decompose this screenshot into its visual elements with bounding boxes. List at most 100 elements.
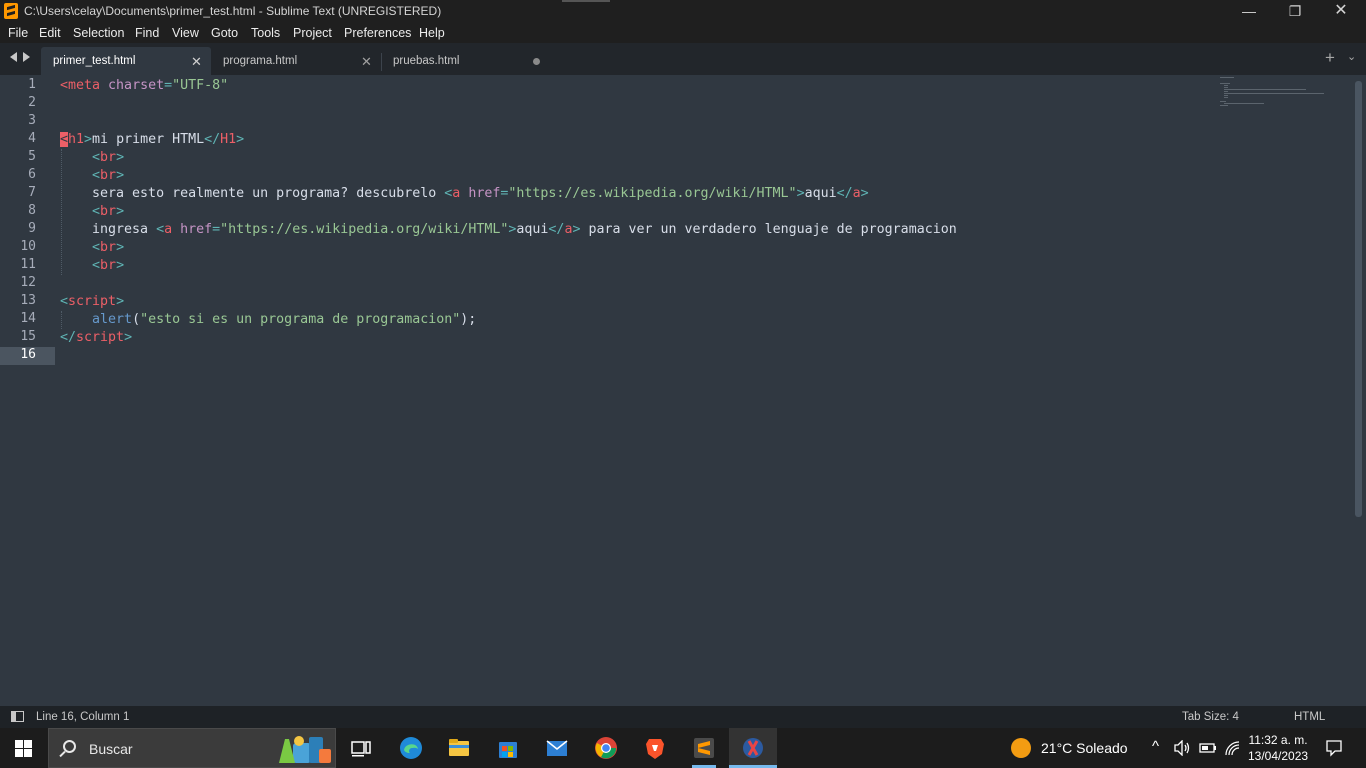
- store-icon[interactable]: [496, 736, 520, 760]
- menu-bar: File Edit Selection Find View Goto Tools…: [0, 23, 1366, 43]
- code-line[interactable]: <br>: [60, 167, 124, 185]
- line-number: 15: [20, 329, 36, 344]
- code-token: >: [116, 204, 125, 219]
- title-indicator: [562, 0, 610, 2]
- code-token: href: [468, 186, 501, 201]
- syntax-mode[interactable]: HTML: [1294, 711, 1325, 723]
- clock[interactable]: 11:32 a. m. 13/04/2023: [1248, 732, 1308, 764]
- weather-text[interactable]: 21°C Soleado: [1041, 740, 1128, 756]
- code-line[interactable]: <br>: [60, 257, 124, 275]
- mail-icon[interactable]: [545, 736, 569, 760]
- edge-icon[interactable]: [399, 736, 423, 760]
- tab-bar: primer_test.html ✕ programa.html ✕ prueb…: [0, 43, 1366, 75]
- clock-time: 11:32 a. m.: [1248, 733, 1308, 747]
- code-line[interactable]: <br>: [60, 239, 124, 257]
- editor-area[interactable]: 1 2 3 4 5 6 7 8 9 10 11 12 13 14 15 16 <meta charset="U…: [0, 75, 1366, 706]
- menu-view[interactable]: View: [172, 26, 199, 40]
- code-token: h1: [68, 132, 85, 147]
- tab-list-chevron-icon[interactable]: ⌄: [1347, 50, 1356, 63]
- code-token: a: [852, 186, 861, 201]
- tab-programa[interactable]: programa.html ✕: [211, 47, 381, 75]
- code-token: sera esto realmente un programa? descubr…: [60, 186, 445, 201]
- battery-icon[interactable]: [1199, 742, 1217, 754]
- menu-project[interactable]: Project: [293, 26, 332, 40]
- sublime-icon[interactable]: [692, 736, 716, 760]
- maximize-button[interactable]: ❐: [1272, 0, 1318, 23]
- tab-pruebas[interactable]: pruebas.html: [381, 47, 551, 75]
- menu-goto[interactable]: Goto: [211, 26, 238, 40]
- clock-date: 13/04/2023: [1248, 749, 1309, 763]
- line-number: 12: [20, 275, 36, 290]
- code-token: charset: [108, 78, 165, 93]
- line-number: 5: [28, 149, 36, 164]
- code-token: <meta: [60, 78, 101, 93]
- search-highlight-art-icon: [279, 736, 331, 763]
- windows-start-icon[interactable]: [15, 740, 32, 757]
- code-line[interactable]: </script>: [60, 329, 132, 347]
- line-number: 11: [20, 257, 36, 272]
- code-line[interactable]: alert("esto si es un programa de program…: [60, 311, 476, 329]
- tab-nav-right-icon[interactable]: [23, 52, 30, 62]
- volume-icon[interactable]: [1173, 740, 1191, 756]
- modified-dot-icon[interactable]: [533, 58, 540, 65]
- notification-icon[interactable]: [1325, 739, 1343, 757]
- code-token: "https://es.wikipedia.org/wiki/HTML": [220, 222, 509, 237]
- code-token: script: [76, 330, 125, 345]
- code-line[interactable]: <br>: [60, 149, 124, 167]
- menu-file[interactable]: File: [8, 26, 28, 40]
- menu-tools[interactable]: Tools: [251, 26, 280, 40]
- task-view-icon[interactable]: [349, 736, 373, 760]
- menu-find[interactable]: Find: [135, 26, 159, 40]
- app-icon[interactable]: [741, 736, 765, 760]
- tab-nav-left-icon[interactable]: [10, 52, 17, 62]
- status-bar: Line 16, Column 1 Tab Size: 4 HTML: [0, 706, 1366, 728]
- code-token: br: [100, 204, 117, 219]
- menu-help[interactable]: Help: [419, 26, 445, 40]
- code-token: >: [116, 150, 125, 165]
- wifi-icon[interactable]: [1224, 740, 1240, 756]
- tab-size[interactable]: Tab Size: 4: [1182, 711, 1239, 723]
- brave-icon[interactable]: [643, 736, 667, 760]
- chrome-icon[interactable]: [594, 736, 618, 760]
- minimize-button[interactable]: —: [1226, 0, 1272, 23]
- code-token: </: [204, 132, 221, 147]
- code-token: =: [164, 78, 173, 93]
- code-line[interactable]: <script>: [60, 293, 124, 311]
- menu-edit[interactable]: Edit: [39, 26, 61, 40]
- search-placeholder: Buscar: [89, 741, 133, 757]
- close-button[interactable]: ✕: [1318, 0, 1364, 23]
- code-line[interactable]: <h1>mi primer HTML</H1>: [60, 131, 244, 149]
- new-tab-plus-icon[interactable]: +: [1325, 48, 1335, 68]
- line-number: 9: [28, 221, 36, 236]
- sun-weather-icon[interactable]: [1011, 738, 1031, 758]
- panel-toggle-icon[interactable]: [11, 711, 24, 722]
- code-token: br: [100, 240, 117, 255]
- code-token: br: [100, 258, 117, 273]
- code-token: >: [796, 186, 805, 201]
- tab-label: primer_test.html: [53, 55, 136, 67]
- code-token: >: [860, 186, 869, 201]
- code-token: aqui: [516, 222, 549, 237]
- tab-close-icon[interactable]: ✕: [191, 54, 202, 70]
- file-explorer-icon[interactable]: [447, 736, 471, 760]
- line-number: 7: [28, 185, 36, 200]
- tab-primer-test[interactable]: primer_test.html ✕: [41, 47, 211, 75]
- minimap[interactable]: [1218, 75, 1338, 135]
- code-token: H1: [220, 132, 237, 147]
- code-line[interactable]: ingresa <a href="https://es.wikipedia.or…: [60, 221, 957, 239]
- code-line[interactable]: sera esto realmente un programa? descubr…: [60, 185, 869, 203]
- code-token: >: [84, 132, 93, 147]
- code-token: <: [60, 294, 69, 309]
- code-token: "https://es.wikipedia.org/wiki/HTML": [508, 186, 797, 201]
- chevron-up-icon[interactable]: ^: [1152, 738, 1159, 755]
- code-token: </: [60, 330, 77, 345]
- menu-selection[interactable]: Selection: [73, 26, 124, 40]
- vertical-scrollbar[interactable]: [1355, 81, 1362, 517]
- code-line[interactable]: <br>: [60, 203, 124, 221]
- menu-preferences[interactable]: Preferences: [344, 26, 411, 40]
- code-line[interactable]: <meta charset="UTF-8": [60, 77, 228, 95]
- tab-close-icon[interactable]: ✕: [361, 54, 372, 70]
- code-token: "UTF-8": [172, 78, 229, 93]
- taskbar-search[interactable]: Buscar: [48, 728, 336, 768]
